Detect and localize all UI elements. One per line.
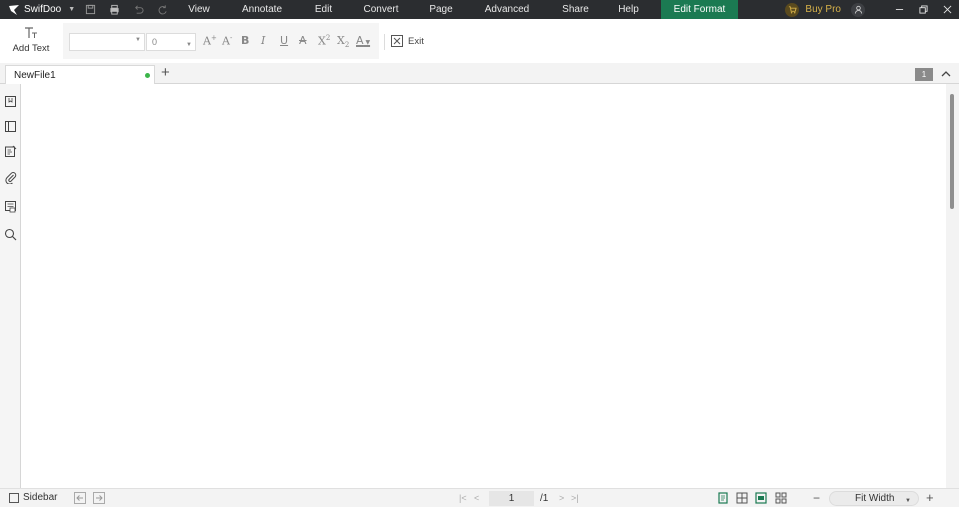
minimize-icon [895,9,903,10]
thumbnail-icon[interactable] [4,120,17,133]
toolbar-divider [384,34,385,50]
scrollbar-thumb[interactable] [950,94,954,209]
back-button[interactable] [74,492,86,504]
bold-icon[interactable]: B [241,34,249,47]
document-tab-bar: NewFile1 + 1 [0,63,959,84]
chevron-down-icon: ▼ [186,42,192,48]
status-bar: Sidebar |< < 1 /1 > >| − Fit Width ▼ + [0,488,959,507]
print-icon[interactable] [102,4,126,15]
exit-label: Exit [408,35,424,47]
total-pages: /1 [540,493,549,504]
sidebar-icon [9,492,19,503]
superscript-icon[interactable]: X2 [318,34,330,48]
minimize-button[interactable] [887,0,911,19]
zoom-value: Fit Width [855,493,895,504]
zoom-out-button[interactable]: − [813,491,820,505]
chevron-up-icon[interactable] [940,68,952,80]
page-number-input[interactable]: 1 [489,491,534,506]
menu-advanced[interactable]: Advanced [471,0,543,19]
chevron-down-icon: ▼ [135,37,141,43]
chevron-down-icon: ▼ [68,6,76,13]
left-sidebar-rail [0,84,21,488]
vertical-scrollbar[interactable] [946,84,959,488]
previous-page-icon[interactable]: < [474,493,479,503]
unsaved-indicator [145,73,150,78]
document-tab-label: NewFile1 [14,70,56,81]
zoom-in-button[interactable]: + [926,490,934,505]
zoom-select[interactable]: Fit Width ▼ [829,491,919,506]
add-text-icon [25,27,37,38]
cart-icon [785,2,800,17]
font-size-value: 0 [152,37,158,47]
continuous-view-icon[interactable] [755,492,767,504]
underline-icon[interactable]: U [280,34,288,47]
save-icon[interactable] [78,4,102,15]
new-tab-button[interactable]: + [161,65,170,81]
menu-annotate[interactable]: Annotate [228,0,296,19]
undo-icon[interactable] [126,4,150,15]
user-account-button[interactable] [851,2,865,17]
tab-edit-format[interactable]: Edit Format [661,0,738,19]
page-count-badge: 1 [915,68,933,81]
menu-help[interactable]: Help [608,0,649,19]
exit-button[interactable]: Exit [391,35,424,47]
last-page-icon[interactable]: >| [571,493,579,503]
add-text-button[interactable]: Add Text [10,25,52,54]
form-fields-icon[interactable] [4,200,17,213]
increase-font-size-icon[interactable]: A+ [203,34,217,48]
italic-icon[interactable]: I [261,34,265,47]
document-tab[interactable]: NewFile1 [5,65,155,84]
quick-access-toolbar [78,0,174,19]
arrow-left-icon [76,495,83,501]
grid-view-icon[interactable] [775,492,787,504]
main-menu: View Annotate Edit Convert Page Advanced… [170,0,738,19]
restore-icon [918,5,928,14]
annotation-list-icon[interactable] [4,145,17,158]
bookmark-icon[interactable] [4,95,17,108]
window-controls: Buy Pro [785,0,959,19]
forward-button[interactable] [93,492,105,504]
sidebar-toggle[interactable]: Sidebar [9,492,57,503]
close-icon [943,5,951,14]
menu-convert[interactable]: Convert [351,0,411,19]
add-text-label: Add Text [12,43,50,54]
sidebar-label: Sidebar [23,492,58,503]
user-icon [854,5,862,14]
buy-pro-button[interactable]: Buy Pro [785,2,841,17]
menu-edit[interactable]: Edit [296,0,351,19]
next-page-icon[interactable]: > [559,493,564,503]
restore-button[interactable] [911,0,935,19]
font-color-icon[interactable]: A ▼ [356,34,370,47]
menu-page[interactable]: Page [411,0,471,19]
two-page-view-icon[interactable] [736,492,748,504]
edit-format-toolbar: Add Text ▼ 0 ▼ A+ A- B I U A X2 X2 A ▼ E… [0,19,959,63]
first-page-icon[interactable]: |< [459,493,467,503]
chevron-down-icon: ▼ [905,498,911,504]
font-family-select[interactable]: ▼ [69,33,145,51]
subscript-icon[interactable]: X2 [337,34,349,49]
font-size-select[interactable]: 0 ▼ [146,33,196,51]
buy-pro-label: Buy Pro [805,4,841,15]
arrow-right-icon [96,495,103,501]
search-icon[interactable] [4,228,17,241]
decrease-font-size-icon[interactable]: A- [222,34,232,48]
app-menu-button[interactable]: SwifDoo ▼ [0,0,78,19]
strikethrough-icon[interactable]: A [299,34,307,47]
exit-icon [391,35,403,47]
menu-share[interactable]: Share [543,0,608,19]
swifdoo-logo-icon [9,4,19,15]
menu-view[interactable]: View [170,0,228,19]
title-bar: SwifDoo ▼ View Annotate Edit Convert Pag… [0,0,959,19]
attachment-icon[interactable] [4,171,17,185]
close-button[interactable] [935,0,959,19]
single-page-view-icon[interactable] [717,492,729,504]
document-canvas[interactable] [22,84,946,488]
app-name: SwifDoo [24,4,62,15]
